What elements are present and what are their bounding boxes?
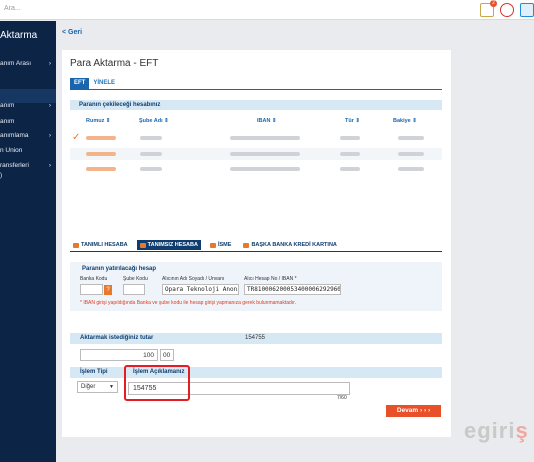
sidebar-title: Aktarma (0, 30, 38, 41)
account-icon (73, 242, 79, 248)
sidebar-item-label: anımlama (0, 132, 29, 139)
continue-button[interactable]: Devam › › › (386, 405, 441, 417)
notification-badge: 2 (490, 0, 497, 7)
card-icon (243, 242, 250, 248)
settings-icon[interactable] (500, 3, 514, 17)
blurred-cell (340, 167, 360, 171)
blurred-cell (140, 136, 162, 140)
sidebar-item-7[interactable]: ) (0, 172, 56, 179)
bank-code-input[interactable] (80, 284, 103, 295)
tab-label: TANIMSIZ HESABA (147, 242, 198, 248)
recipient-iban-label: Alıcı Hesap No / IBAN * (244, 276, 297, 282)
amount-input[interactable]: 100 (80, 349, 158, 361)
recipient-name-label: Alıcının Adı Soyadı / Unvanı (162, 276, 225, 282)
sidebar-item-label: ransferleri (0, 162, 29, 169)
branch-code-label: Şube Kodu (123, 276, 148, 282)
chevron-down-icon: ▼ (109, 384, 114, 390)
blurred-cell (230, 152, 300, 156)
sidebar-item-label: anım (0, 118, 15, 125)
chevron-right-icon: › (48, 162, 51, 169)
table-row[interactable] (70, 163, 442, 175)
amount-cents-input[interactable]: 00 (160, 349, 174, 361)
page-title: Para Aktarma - EFT (70, 58, 159, 69)
sidebar-item-label: anım (0, 102, 15, 109)
tab-bar: EFT YİNELE (70, 78, 119, 89)
tab-yinele[interactable]: YİNELE (89, 78, 119, 89)
operation-type-select[interactable]: Diğer ▼ (77, 381, 118, 393)
sidebar-item-2[interactable]: anım › (0, 102, 56, 109)
blurred-cell (230, 167, 300, 171)
subtab-underline (70, 251, 442, 252)
back-link[interactable]: < Geri (62, 29, 82, 36)
blurred-cell (340, 152, 360, 156)
amount-header: Aktarmak istediğiniz tutar 154755 (70, 333, 442, 344)
blurred-cell (140, 167, 162, 171)
tab-tanimli-hesaba[interactable]: TANIMLI HESABA (70, 240, 131, 250)
blurred-cell (86, 167, 116, 171)
help-button[interactable]: ? (104, 285, 112, 295)
account-icon (139, 242, 146, 248)
blurred-cell (398, 136, 424, 140)
sidebar-active-band (0, 89, 56, 103)
transfer-type-tabs: TANIMLI HESABA TANIMSIZ HESABA İSME BAŞK… (70, 240, 442, 250)
person-icon (209, 242, 216, 248)
recipient-header: Paranın yatırılacağı hesap (82, 266, 157, 272)
tab-tanimsiz-hesaba[interactable]: TANIMSIZ HESABA (136, 240, 201, 250)
amount-reference: 154755 (245, 335, 266, 341)
watermark-part1: egiri (464, 418, 516, 443)
recipient-iban-input[interactable]: TR8100062000534000062929606 (244, 284, 341, 295)
sidebar-item-4[interactable]: anımlama › (0, 132, 56, 139)
branch-code-input[interactable] (123, 284, 145, 295)
blurred-cell (86, 152, 116, 156)
sidebar-item-label: n Union (0, 147, 23, 154)
blurred-cell (398, 152, 424, 156)
iban-warning: * IBAN girişi yapıldığında Banka ve şube… (80, 300, 296, 306)
blurred-cell (140, 152, 162, 156)
character-counter: 7/60 (337, 395, 347, 401)
watermark-part2: ş (515, 418, 529, 443)
column-rumuz[interactable]: Rumuz ⇕ (86, 118, 110, 124)
blurred-cell (230, 136, 300, 140)
sidebar-item-label: anım Arası (0, 60, 32, 67)
source-account-header: Paranın çekileceği hesabınız (70, 100, 442, 110)
top-bar: Ara... 2 (0, 0, 534, 20)
recipient-name-input[interactable]: Opara Teknoloji Anonim (162, 284, 239, 295)
tab-underline (70, 89, 442, 90)
chevron-right-icon: › (48, 60, 51, 67)
mail-icon[interactable] (520, 3, 534, 17)
toolbar-icons: 2 (480, 0, 534, 18)
column-bakiye[interactable]: Bakiye ⇕ (393, 118, 417, 124)
chevron-right-icon: › (48, 102, 51, 109)
tab-eft[interactable]: EFT (70, 78, 90, 89)
operation-type-label: İşlem Tipi (80, 369, 108, 375)
table-row[interactable] (70, 148, 442, 160)
chevron-right-icon: › (48, 132, 51, 139)
sidebar-item-6[interactable]: ransferleri › (0, 162, 56, 169)
amount-label: Aktarmak istediğiniz tutar (80, 335, 154, 341)
table-row[interactable] (70, 132, 442, 144)
sidebar-item-3[interactable]: anım (0, 118, 56, 125)
tab-label: BAŞKA BANKA KREDİ KARTINA (251, 242, 337, 248)
highlight-box (124, 365, 190, 401)
blurred-cell (398, 167, 424, 171)
search-input[interactable]: Ara... (4, 5, 21, 12)
sidebar-item-5[interactable]: n Union (0, 147, 56, 154)
gift-icon[interactable]: 2 (480, 0, 497, 17)
tab-label: TANIMLI HESABA (81, 242, 128, 248)
blurred-cell (340, 136, 360, 140)
select-value: Diğer (81, 384, 96, 390)
tab-label: İSME (217, 242, 232, 248)
sidebar: Aktarma anım Arası › anım › anım anımlam… (0, 21, 56, 462)
column-sube-adi[interactable]: Şube Adı ⇕ (139, 118, 169, 124)
column-iban[interactable]: IBAN ⇕ (257, 118, 277, 124)
tab-isme[interactable]: İSME (207, 240, 234, 250)
column-tur[interactable]: Tür ⇕ (345, 118, 360, 124)
sidebar-item-label: ) (0, 172, 3, 179)
sidebar-item-1[interactable]: anım Arası › (0, 60, 56, 67)
bank-code-label: Banka Kodu (80, 276, 108, 282)
watermark-logo: egiriş (464, 418, 529, 444)
blurred-cell (86, 136, 116, 140)
tab-baska-banka-kredi-kartina[interactable]: BAŞKA BANKA KREDİ KARTINA (240, 240, 339, 250)
